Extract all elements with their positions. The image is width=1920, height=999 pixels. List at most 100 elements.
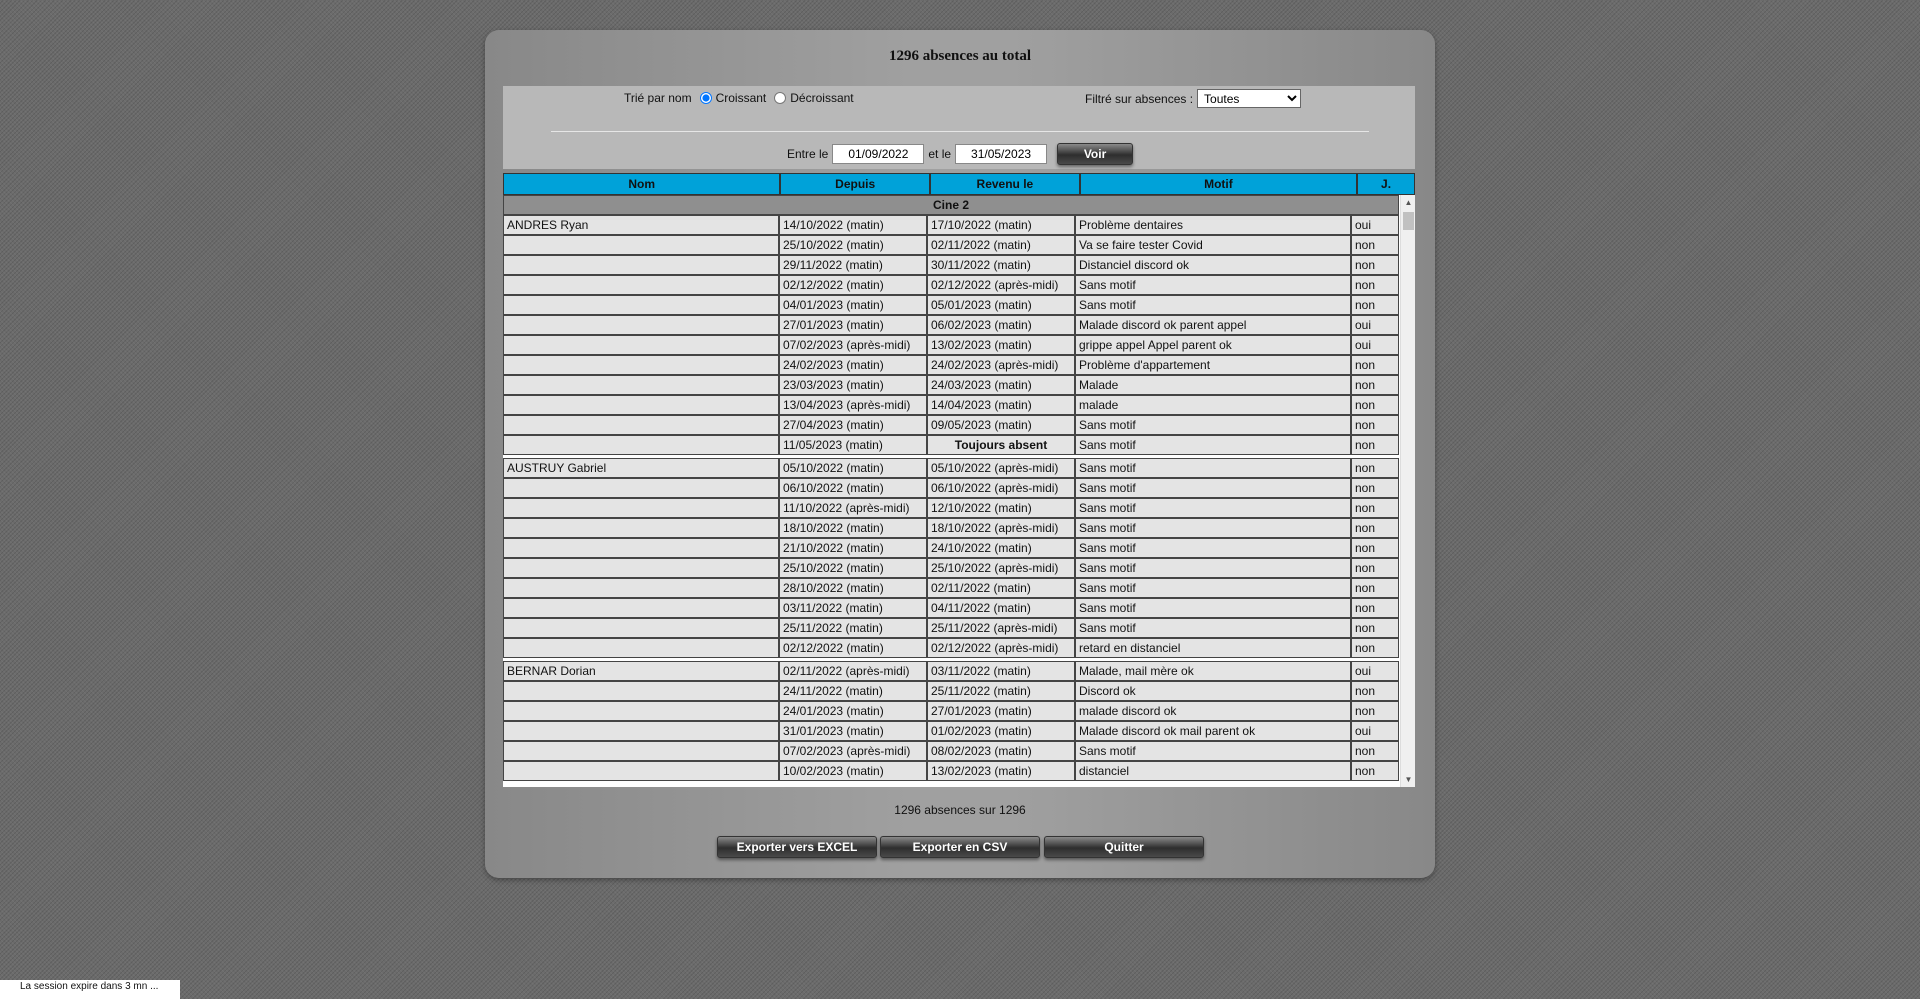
table-row[interactable]: 25/10/2022 (matin) 02/11/2022 (matin) Va s…: [503, 235, 1400, 255]
cell-motif: Sans motif: [1075, 598, 1351, 618]
column-header-nom[interactable]: Nom: [503, 173, 781, 195]
absence-count: 1296 absences sur 1296: [894, 803, 1026, 817]
cell-revenu: 02/11/2022 (matin): [927, 235, 1075, 255]
scroll-thumb[interactable]: [1403, 212, 1414, 230]
table-row[interactable]: 27/04/2023 (matin) 09/05/2023 (matin) Sans…: [503, 415, 1400, 435]
cell-justifie: non: [1351, 355, 1400, 375]
table-row[interactable]: 24/02/2023 (matin) 24/02/2023 (après-midi…: [503, 355, 1400, 375]
student-name-empty: [503, 275, 779, 295]
table-row[interactable]: 29/11/2022 (matin) 30/11/2022 (matin) Dist…: [503, 255, 1400, 275]
vertical-scrollbar[interactable]: ▲ ▼: [1400, 195, 1415, 787]
cell-motif: malade discord ok: [1075, 701, 1351, 721]
table-row[interactable]: 11/10/2022 (après-midi) 12/10/2022 (matin…: [503, 498, 1400, 518]
table-row[interactable]: BERNAR Dorian 02/11/2022 (après-midi) 03/1…: [503, 661, 1400, 681]
group-row: Cine 2: [503, 195, 1400, 215]
table-row[interactable]: 25/11/2022 (matin) 25/11/2022 (après-midi…: [503, 618, 1400, 638]
scroll-up-icon[interactable]: ▲: [1401, 195, 1415, 210]
absence-filter-select[interactable]: Toutes: [1197, 89, 1302, 108]
table-row[interactable]: 07/02/2023 (après-midi) 13/02/2023 (matin…: [503, 335, 1400, 355]
cell-depuis: 11/10/2022 (après-midi): [779, 498, 927, 518]
student-name-empty: [503, 681, 779, 701]
table-row[interactable]: 10/02/2023 (matin) 13/02/2023 (matin) dist…: [503, 761, 1400, 781]
cell-depuis: 13/04/2023 (après-midi): [779, 395, 927, 415]
cell-motif: Sans motif: [1075, 478, 1351, 498]
table-row[interactable]: 24/11/2022 (matin) 25/11/2022 (matin) Disc…: [503, 681, 1400, 701]
student-name-empty: [503, 701, 779, 721]
cell-justifie: non: [1351, 761, 1400, 781]
cell-justifie: non: [1351, 395, 1400, 415]
column-header-revenu[interactable]: Revenu le: [930, 173, 1080, 195]
cell-justifie: non: [1351, 498, 1400, 518]
group-label: Cine 2: [503, 195, 1400, 215]
cell-depuis: 24/02/2023 (matin): [779, 355, 927, 375]
table-row[interactable]: 06/10/2022 (matin) 06/10/2022 (après-midi…: [503, 478, 1400, 498]
cell-depuis: 02/12/2022 (matin): [779, 275, 927, 295]
table-row[interactable]: 18/10/2022 (matin) 18/10/2022 (après-midi…: [503, 518, 1400, 538]
table-scroll-area[interactable]: Cine 2 ANDRES Ryan 14/10/2022 (matin) 17/10…: [503, 195, 1415, 787]
table-row[interactable]: 04/01/2023 (matin) 05/01/2023 (matin) Sans…: [503, 295, 1400, 315]
table-row[interactable]: ANDRES Ryan 14/10/2022 (matin) 17/10/2022 …: [503, 215, 1400, 235]
date-to-input[interactable]: [955, 144, 1048, 164]
table-header: Nom Depuis Revenu le Motif J.: [503, 173, 1415, 195]
table-row[interactable]: 07/02/2023 (après-midi) 08/02/2023 (matin…: [503, 741, 1400, 761]
cell-revenu: 05/01/2023 (matin): [927, 295, 1075, 315]
cell-justifie: non: [1351, 375, 1400, 395]
student-name-empty: [503, 255, 779, 275]
cell-revenu: 06/02/2023 (matin): [927, 315, 1075, 335]
cell-depuis: 07/02/2023 (après-midi): [779, 741, 927, 761]
table-body: Cine 2 ANDRES Ryan 14/10/2022 (matin) 17/10…: [503, 195, 1400, 781]
cell-motif: Malade discord ok parent appel: [1075, 315, 1351, 335]
cell-motif: Sans motif: [1075, 458, 1351, 478]
student-name-empty: [503, 618, 779, 638]
date-from-input[interactable]: [832, 144, 925, 164]
table-row[interactable]: 25/10/2022 (matin) 25/10/2022 (après-midi…: [503, 558, 1400, 578]
table-row[interactable]: 03/11/2022 (matin) 04/11/2022 (matin) Sans…: [503, 598, 1400, 618]
cell-revenu: 04/11/2022 (matin): [927, 598, 1075, 618]
table-row[interactable]: 21/10/2022 (matin) 24/10/2022 (matin) Sans…: [503, 538, 1400, 558]
cell-revenu: 02/11/2022 (matin): [927, 578, 1075, 598]
student-name-empty: [503, 415, 779, 435]
cell-motif: Sans motif: [1075, 578, 1351, 598]
table-row[interactable]: 23/03/2023 (matin) 24/03/2023 (matin) Mala…: [503, 375, 1400, 395]
absences-panel: 1296 absences au total Trié par nom Croi…: [485, 30, 1435, 878]
cell-revenu: 27/01/2023 (matin): [927, 701, 1075, 721]
table-row[interactable]: 02/12/2022 (matin) 02/12/2022 (après-midi…: [503, 275, 1400, 295]
table-row[interactable]: 11/05/2023 (matin) Toujours absent Sans mo…: [503, 435, 1400, 455]
cell-justifie: oui: [1351, 215, 1400, 235]
student-name-empty: [503, 355, 779, 375]
table-row[interactable]: 24/01/2023 (matin) 27/01/2023 (matin) mala…: [503, 701, 1400, 721]
cell-depuis: 02/12/2022 (matin): [779, 638, 927, 658]
export-csv-button[interactable]: Exporter en CSV: [880, 836, 1040, 858]
student-name: AUSTRUY Gabriel: [503, 458, 779, 478]
export-excel-button[interactable]: Exporter vers EXCEL: [717, 836, 877, 858]
cell-revenu: 13/02/2023 (matin): [927, 761, 1075, 781]
column-header-justifie[interactable]: J.: [1357, 173, 1415, 195]
quit-button[interactable]: Quitter: [1044, 836, 1204, 858]
table-row[interactable]: 02/12/2022 (matin) 02/12/2022 (après-midi…: [503, 638, 1400, 658]
table-row[interactable]: AUSTRUY Gabriel 05/10/2022 (matin) 05/10/2…: [503, 458, 1400, 478]
cell-motif: Sans motif: [1075, 618, 1351, 638]
cell-motif: Problème d'appartement: [1075, 355, 1351, 375]
cell-revenu: 01/02/2023 (matin): [927, 721, 1075, 741]
voir-button[interactable]: Voir: [1057, 143, 1134, 165]
cell-motif: Sans motif: [1075, 275, 1351, 295]
cell-revenu: 03/11/2022 (matin): [927, 661, 1075, 681]
cell-justifie: non: [1351, 518, 1400, 538]
column-header-depuis[interactable]: Depuis: [780, 173, 931, 195]
table-row[interactable]: 13/04/2023 (après-midi) 14/04/2023 (matin…: [503, 395, 1400, 415]
scroll-down-icon[interactable]: ▼: [1401, 772, 1415, 787]
sort-desc-label: Décroissant: [790, 91, 854, 105]
cell-motif: Sans motif: [1075, 295, 1351, 315]
table-row[interactable]: 27/01/2023 (matin) 06/02/2023 (matin) Mala…: [503, 315, 1400, 335]
cell-motif: retard en distanciel: [1075, 638, 1351, 658]
cell-motif: grippe appel Appel parent ok: [1075, 335, 1351, 355]
table-row[interactable]: 28/10/2022 (matin) 02/11/2022 (matin) Sans…: [503, 578, 1400, 598]
sort-desc-radio[interactable]: [774, 92, 787, 104]
cell-depuis: 24/11/2022 (matin): [779, 681, 927, 701]
student-name-empty: [503, 598, 779, 618]
sort-asc-radio[interactable]: [699, 92, 712, 104]
student-name: ANDRES Ryan: [503, 215, 779, 235]
cell-revenu: 14/04/2023 (matin): [927, 395, 1075, 415]
column-header-motif[interactable]: Motif: [1079, 173, 1358, 195]
table-row[interactable]: 31/01/2023 (matin) 01/02/2023 (matin) Mala…: [503, 721, 1400, 741]
